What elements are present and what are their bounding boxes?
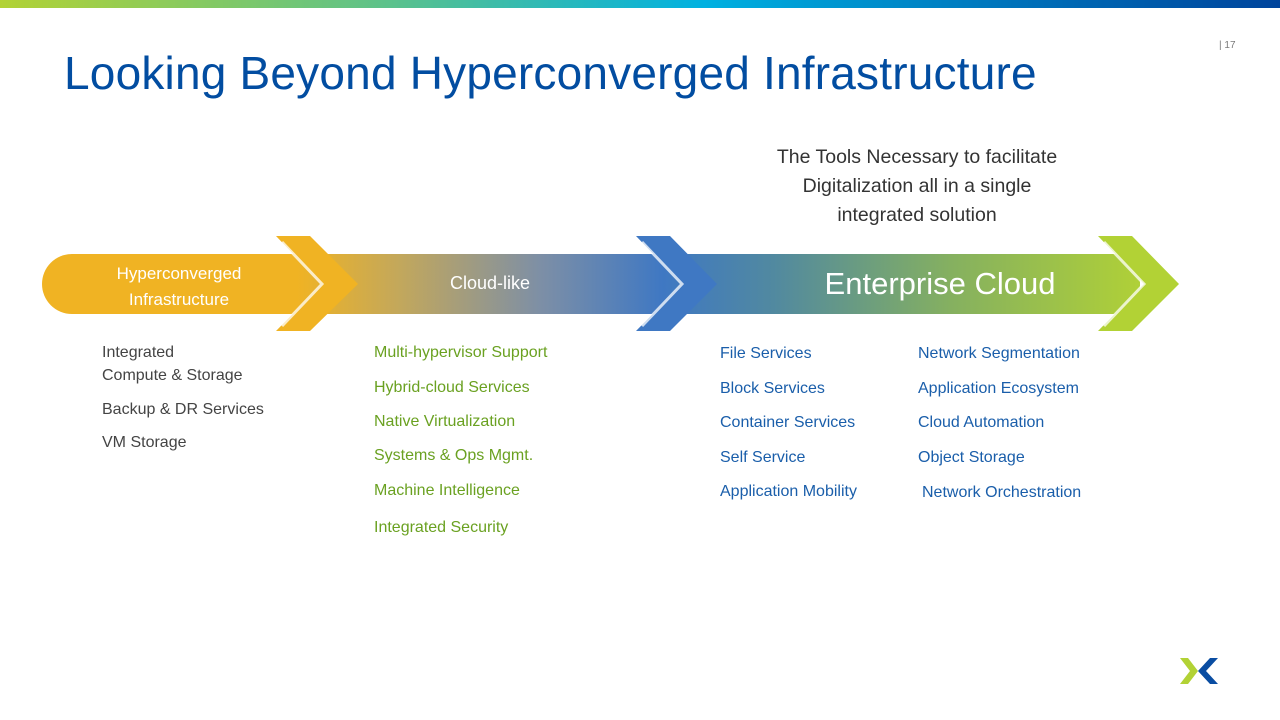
list-item: File Services bbox=[720, 345, 812, 362]
list-item: Self Service bbox=[720, 449, 806, 466]
list-item: Hybrid-cloud Services bbox=[374, 379, 530, 396]
list-item: Machine Intelligence bbox=[374, 482, 520, 499]
stage-label-enterprise-cloud: Enterprise Cloud bbox=[824, 266, 1056, 301]
list-item: Network Segmentation bbox=[918, 345, 1080, 362]
list-item: Block Services bbox=[720, 380, 825, 397]
stage-label-line: Hyperconverged bbox=[116, 264, 242, 283]
list-item: Native Virtualization bbox=[374, 413, 516, 430]
list-item: Systems & Ops Mgmt. bbox=[374, 447, 534, 464]
list-item: Application Ecosystem bbox=[918, 380, 1079, 397]
list-item: Compute & Storage bbox=[102, 367, 243, 384]
nutanix-x-logo-icon bbox=[1180, 658, 1218, 684]
stage-label-hyperconverged: Hyperconverged Infrastructure bbox=[94, 261, 264, 313]
list-item: Integrated Security bbox=[374, 519, 509, 536]
list-item: Multi-hypervisor Support bbox=[374, 344, 548, 361]
list-item: VM Storage bbox=[102, 434, 187, 451]
list-item: Network Orchestration bbox=[922, 484, 1082, 501]
stage-label-line: Infrastructure bbox=[128, 290, 230, 309]
progression-arrow-diagram bbox=[42, 236, 1179, 331]
list-item: Container Services bbox=[720, 414, 856, 431]
list-item: Backup & DR Services bbox=[102, 401, 264, 418]
list-item: Application Mobility bbox=[720, 483, 857, 500]
stage-label-cloud-like: Cloud-like bbox=[449, 273, 531, 293]
list-item: Object Storage bbox=[918, 449, 1025, 466]
list-item: Cloud Automation bbox=[918, 414, 1045, 431]
list-item: Integrated bbox=[102, 344, 175, 361]
